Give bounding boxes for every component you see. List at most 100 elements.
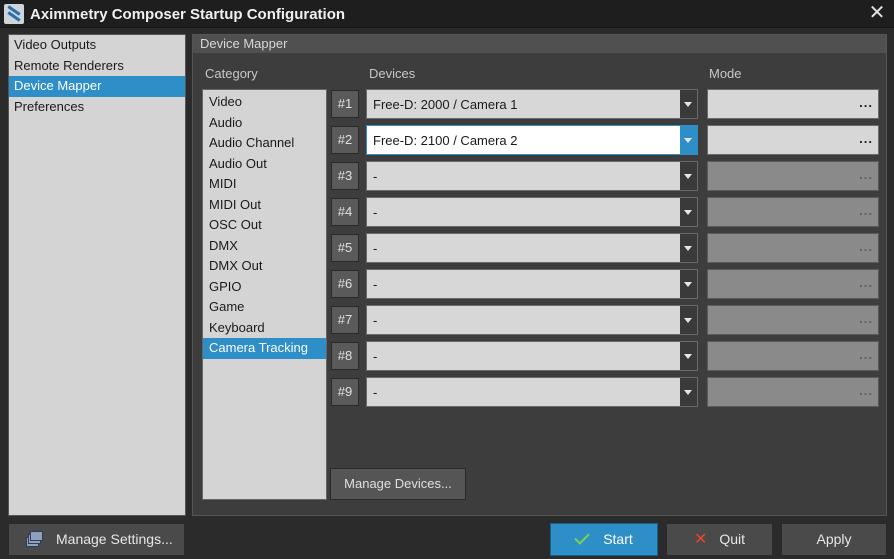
- nav-item-preferences[interactable]: Preferences: [9, 97, 185, 118]
- device-select[interactable]: -: [366, 305, 698, 335]
- chevron-down-icon[interactable]: [680, 198, 697, 226]
- mode-field: ...: [707, 305, 879, 335]
- device-select-value: -: [373, 241, 378, 256]
- device-select[interactable]: -: [366, 377, 698, 407]
- start-button[interactable]: Start: [550, 523, 658, 556]
- device-slot-number: #8: [331, 342, 359, 370]
- device-select[interactable]: -: [366, 341, 698, 371]
- devices-header: Devices: [369, 66, 416, 81]
- category-item-audio-out[interactable]: Audio Out: [203, 154, 326, 175]
- mode-field: ...: [707, 197, 879, 227]
- category-item-osc-out[interactable]: OSC Out: [203, 215, 326, 236]
- chevron-down-icon[interactable]: [680, 378, 697, 406]
- device-select[interactable]: -: [366, 269, 698, 299]
- mode-field: ...: [707, 233, 879, 263]
- nav-item-video-outputs[interactable]: Video Outputs: [9, 35, 185, 56]
- device-row: #6-...: [331, 269, 881, 299]
- device-slot-number: #6: [331, 270, 359, 298]
- chevron-down-icon[interactable]: [680, 342, 697, 370]
- title-bar: Aximmetry Composer Startup Configuration…: [0, 0, 894, 28]
- category-header: Category: [205, 66, 258, 81]
- device-row: #2 Free-D: 2100 / Camera 2...: [331, 125, 881, 155]
- more-options-icon: ...: [859, 275, 873, 290]
- device-select-value: -: [373, 385, 378, 400]
- nav-item-remote-renderers[interactable]: Remote Renderers: [9, 56, 185, 77]
- category-item-camera-tracking[interactable]: Camera Tracking: [203, 338, 326, 359]
- category-item-dmx-out[interactable]: DMX Out: [203, 256, 326, 277]
- device-select-value: -: [373, 169, 378, 184]
- aximmetry-logo-icon: [4, 4, 24, 24]
- category-item-dmx[interactable]: DMX: [203, 236, 326, 257]
- category-item-midi[interactable]: MIDI: [203, 174, 326, 195]
- device-select-value: -: [373, 205, 378, 220]
- device-select[interactable]: Free-D: 2100 / Camera 2: [366, 125, 698, 155]
- device-select[interactable]: -: [366, 233, 698, 263]
- device-slot-number: #3: [331, 162, 359, 190]
- more-options-icon[interactable]: ...: [859, 131, 873, 146]
- mode-field[interactable]: ...: [707, 125, 879, 155]
- apply-button[interactable]: Apply: [781, 523, 887, 556]
- quit-x-icon: ✕: [693, 531, 708, 548]
- device-slot-number: #7: [331, 306, 359, 334]
- quit-label: Quit: [719, 531, 746, 547]
- more-options-icon: ...: [859, 383, 873, 398]
- chevron-down-icon[interactable]: [680, 234, 697, 262]
- nav-item-device-mapper[interactable]: Device Mapper: [9, 76, 185, 97]
- settings-nav: Video Outputs Remote Renderers Device Ma…: [8, 34, 186, 516]
- chevron-down-icon[interactable]: [680, 162, 697, 190]
- settings-stack-icon: [26, 531, 44, 549]
- device-row: #1 Free-D: 2000 / Camera 1...: [331, 89, 881, 119]
- device-row: #5-...: [331, 233, 881, 263]
- start-label: Start: [603, 531, 633, 547]
- device-row: #9-...: [331, 377, 881, 407]
- chevron-down-icon[interactable]: [680, 90, 697, 118]
- close-icon[interactable]: ✕: [866, 3, 888, 25]
- category-item-audio-channel[interactable]: Audio Channel: [203, 133, 326, 154]
- category-item-audio[interactable]: Audio: [203, 113, 326, 134]
- device-select-value: -: [373, 277, 378, 292]
- mode-field: ...: [707, 161, 879, 191]
- category-item-midi-out[interactable]: MIDI Out: [203, 195, 326, 216]
- more-options-icon: ...: [859, 311, 873, 326]
- mode-header: Mode: [709, 66, 742, 81]
- category-item-keyboard[interactable]: Keyboard: [203, 318, 326, 339]
- device-slot-number: #5: [331, 234, 359, 262]
- manage-devices-button[interactable]: Manage Devices...: [330, 468, 466, 500]
- category-item-gpio[interactable]: GPIO: [203, 277, 326, 298]
- more-options-icon: ...: [859, 239, 873, 254]
- device-row: #7-...: [331, 305, 881, 335]
- device-mapper-panel: Device Mapper Category Devices Mode Vide…: [192, 34, 887, 516]
- device-select-value: Free-D: 2100 / Camera 2: [373, 133, 518, 148]
- mode-field: ...: [707, 341, 879, 371]
- more-options-icon: ...: [859, 347, 873, 362]
- device-select[interactable]: Free-D: 2000 / Camera 1: [366, 89, 698, 119]
- category-item-video[interactable]: Video: [203, 92, 326, 113]
- device-slot-number: #1: [331, 90, 359, 118]
- quit-button[interactable]: ✕ Quit: [666, 523, 773, 556]
- chevron-down-icon[interactable]: [680, 306, 697, 334]
- device-select-value: -: [373, 313, 378, 328]
- check-icon: [574, 529, 590, 545]
- mode-field: ...: [707, 377, 879, 407]
- mode-field: ...: [707, 269, 879, 299]
- device-row: #8-...: [331, 341, 881, 371]
- device-row: #4-...: [331, 197, 881, 227]
- device-select-value: Free-D: 2000 / Camera 1: [373, 97, 518, 112]
- more-options-icon: ...: [859, 167, 873, 182]
- device-row: #3-...: [331, 161, 881, 191]
- more-options-icon[interactable]: ...: [859, 95, 873, 110]
- device-slot-number: #4: [331, 198, 359, 226]
- device-select-value: -: [373, 349, 378, 364]
- device-select[interactable]: -: [366, 197, 698, 227]
- device-select[interactable]: -: [366, 161, 698, 191]
- mode-field[interactable]: ...: [707, 89, 879, 119]
- chevron-down-icon[interactable]: [680, 126, 697, 154]
- device-slot-number: #9: [331, 378, 359, 406]
- chevron-down-icon[interactable]: [680, 270, 697, 298]
- window-title: Aximmetry Composer Startup Configuration: [30, 6, 346, 23]
- panel-title: Device Mapper: [193, 35, 886, 53]
- manage-settings-button[interactable]: Manage Settings...: [8, 523, 185, 556]
- category-list: Video Audio Audio Channel Audio Out MIDI…: [202, 89, 327, 500]
- category-item-game[interactable]: Game: [203, 297, 326, 318]
- device-slot-number: #2: [331, 126, 359, 154]
